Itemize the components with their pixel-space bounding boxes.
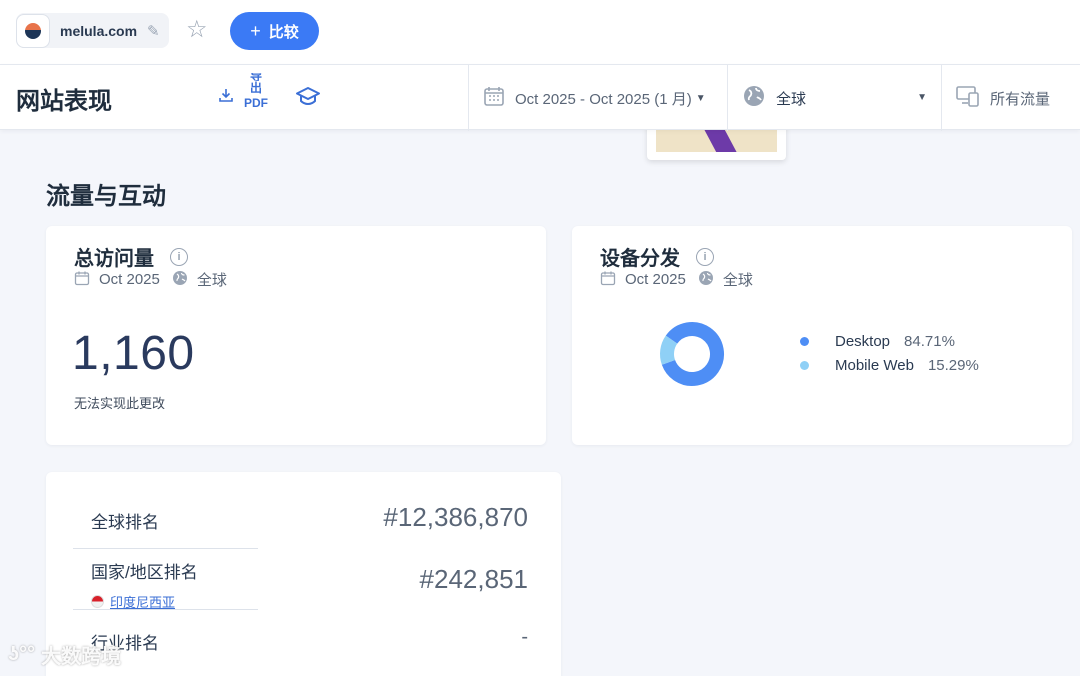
country-rank-label: 国家/地区排名 [91,563,198,582]
plus-icon: + [250,20,261,41]
country-rank-row: 国家/地区排名 印度尼西亚 #242,851 [73,556,528,612]
device-donut-chart [660,322,724,386]
watermark: ʖ°° 大数跨境 [8,640,121,669]
calendar-icon [600,270,616,290]
region-label: 全球 [776,90,807,108]
export-label-line1: 导 [249,73,262,81]
export-pdf-button[interactable]: 导 出 PDF [240,73,272,111]
info-icon[interactable]: i [696,247,714,266]
total-visits-card: 总访问量 i Oct 2025 全球 1,160 无法实现此更改 [46,226,546,445]
chevron-down-icon: ▼ [695,92,706,104]
rank-card: 全球排名 #12,386,870 国家/地区排名 印度尼西亚 #242,851 … [46,472,561,676]
industry-rank-value: - [521,626,528,648]
industry-rank-row: 行业排名 - [73,620,528,660]
top-bar: melula.com ✎ ☆ + 比较 [0,0,1080,64]
device-distribution-card: 设备分发 i Oct 2025 全球 Desktop 84.71% Mobile… [572,226,1072,445]
globe-icon [172,270,188,290]
card-title-text: 设备分发 [600,248,680,270]
period-label: Oct 2025 [625,271,686,288]
card-title: 设备分发 i [600,242,714,271]
legend-dot [800,360,809,370]
calendar-icon [74,270,90,290]
device-legend: Desktop 84.71% Mobile Web 15.29% [800,329,979,377]
devices-icon [956,85,980,111]
traffic-label: 所有流量 [990,90,1051,108]
card-subtitle: Oct 2025 全球 [600,269,753,290]
globe-icon [698,270,714,290]
graduation-cap-icon[interactable] [295,85,321,112]
date-range-filter[interactable]: Oct 2025 - Oct 2025 (1 月) ▼ [469,65,727,131]
global-rank-label: 全球排名 [91,513,159,532]
site-chip[interactable]: melula.com ✎ [16,13,169,48]
note-text: 无法实现此更改 [74,396,166,411]
indonesia-flag-icon [91,595,104,608]
toolbar: 网站表现 导 出 PDF Oct 2025 - Oct 2025 (1 月) ▼… [0,64,1080,131]
legend-label: Mobile Web [835,356,914,374]
legend-label: Desktop [835,332,891,350]
total-visits-value: 1,160 [72,327,195,380]
compare-button[interactable]: + 比较 [230,12,319,50]
chevron-down-icon: ▼ [917,92,927,103]
date-range-label: Oct 2025 - Oct 2025 (1 月) [515,90,692,108]
global-rank-value: #12,386,870 [383,502,528,532]
region-label: 全球 [722,272,753,289]
legend-percent: 15.29% [927,356,979,374]
star-icon[interactable]: ☆ [186,16,208,44]
divider [73,548,258,549]
region-label: 全球 [196,272,227,289]
period-label: Oct 2025 [99,271,160,288]
site-favicon [16,13,50,48]
global-rank-row: 全球排名 #12,386,870 [73,502,528,542]
compare-label: 比较 [268,23,299,41]
legend-dot [800,336,809,346]
site-name: melula.com [60,22,138,39]
region-filter[interactable]: 全球 ▼ [728,65,941,131]
legend-item-desktop: Desktop 84.71% [800,329,979,353]
export-label-line3: PDF [244,96,268,110]
page-title: 网站表现 [16,88,112,115]
section-title: 流量与互动 [46,183,166,210]
legend-percent: 84.71% [904,332,955,350]
edit-icon[interactable]: ✎ [147,22,160,40]
watermark-logo-icon: ʖ°° [8,643,36,665]
divider [73,609,258,610]
globe-icon [742,84,766,112]
info-icon[interactable]: i [170,247,188,266]
card-title: 总访问量 i [74,242,188,271]
traffic-filter[interactable]: 所有流量 [942,65,1080,131]
legend-item-mobile-web: Mobile Web 15.29% [800,353,979,377]
card-subtitle: Oct 2025 全球 [74,269,227,290]
download-icon[interactable] [218,87,234,108]
export-label-line2: 出 [249,81,262,95]
card-title-text: 总访问量 [74,248,154,270]
calendar-icon [483,85,505,111]
country-rank-value: #242,851 [419,564,528,594]
watermark-text: 大数跨境 [41,646,122,668]
